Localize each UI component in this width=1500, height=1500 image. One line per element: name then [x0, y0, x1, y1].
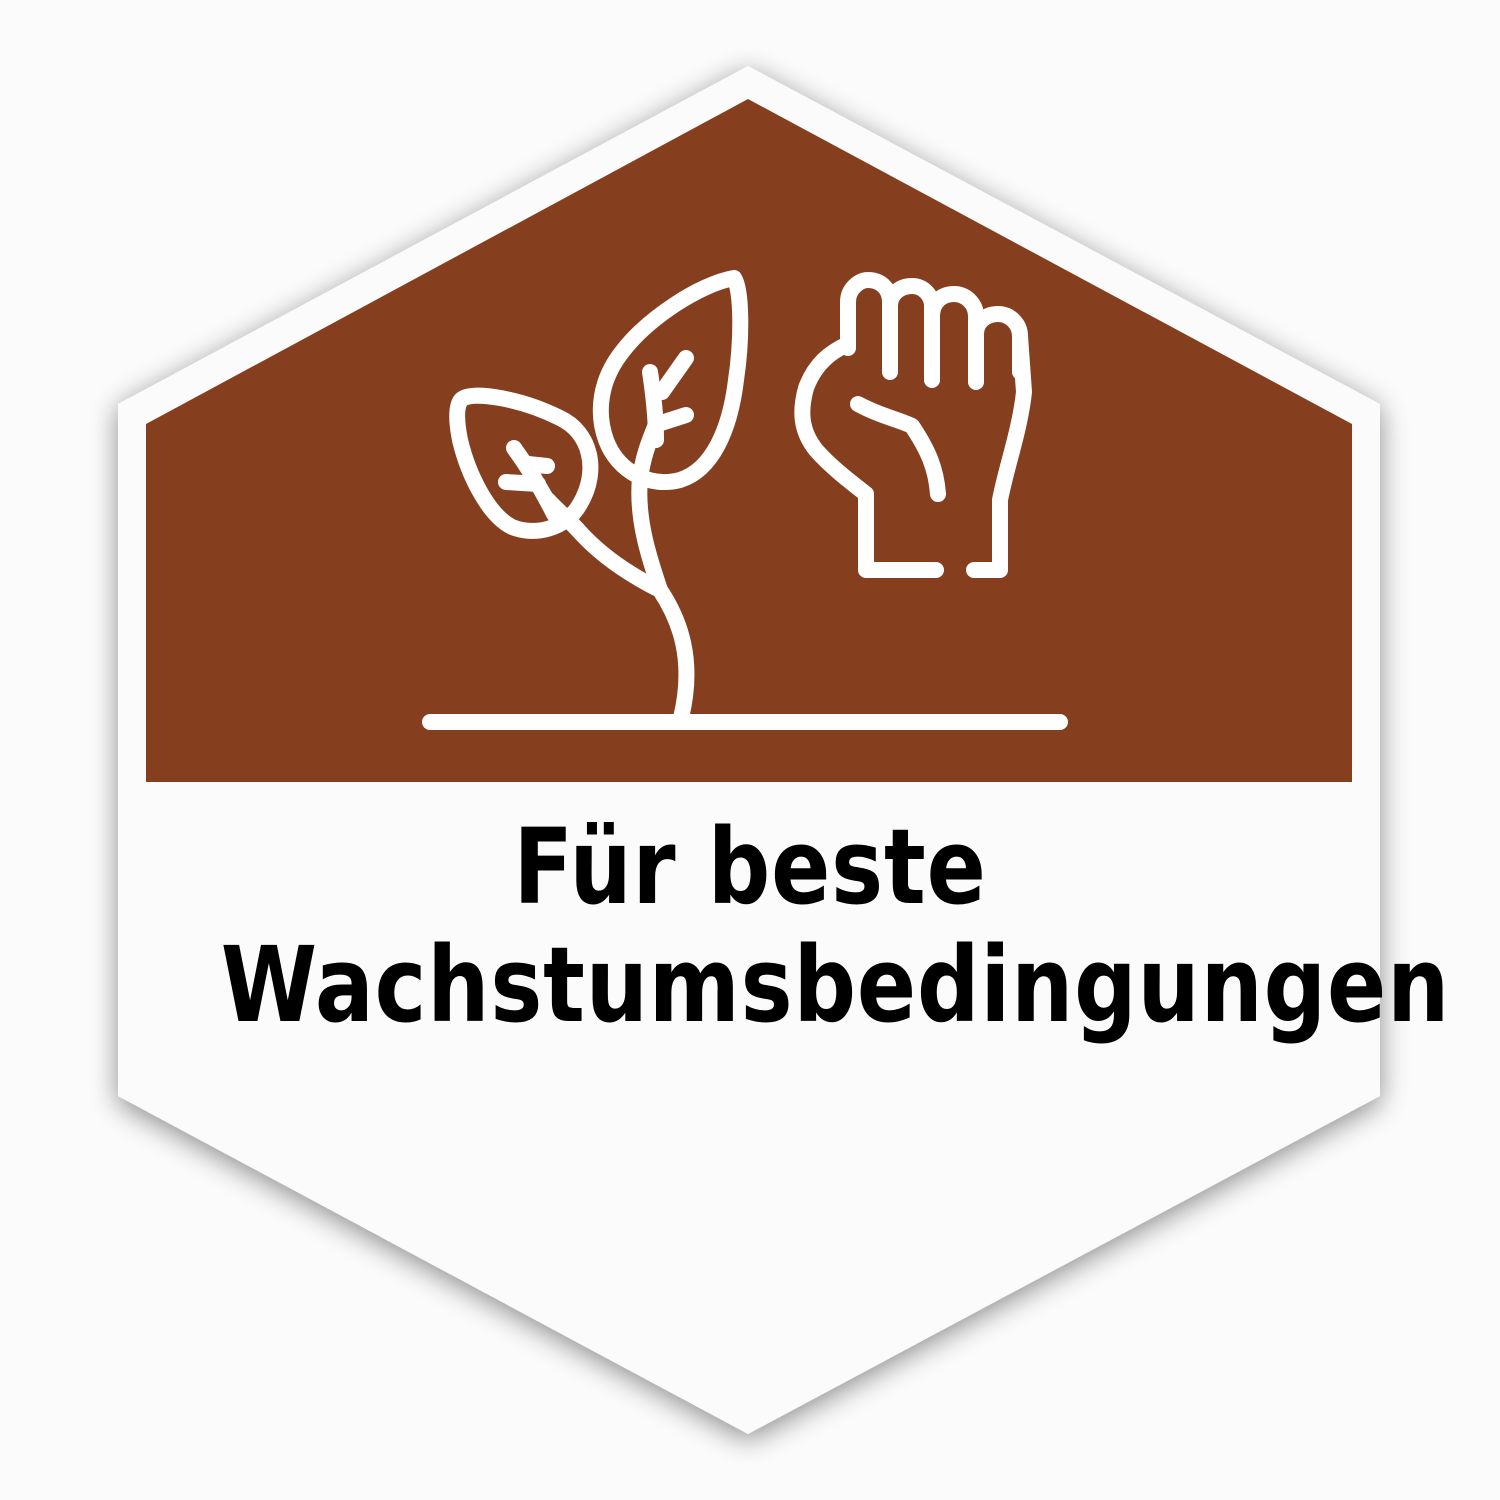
hexagon-badge-graphic: [118, 66, 1380, 1434]
badge: Für beste Wachstumsbedingungen: [0, 0, 1500, 1500]
badge-caption: Für beste Wachstumsbedingungen: [220, 806, 1451, 1046]
brown-banner: [146, 99, 1352, 782]
caption-line-2: Wachstumsbedingungen: [220, 924, 1451, 1046]
caption-line-1: Für beste: [513, 806, 987, 928]
